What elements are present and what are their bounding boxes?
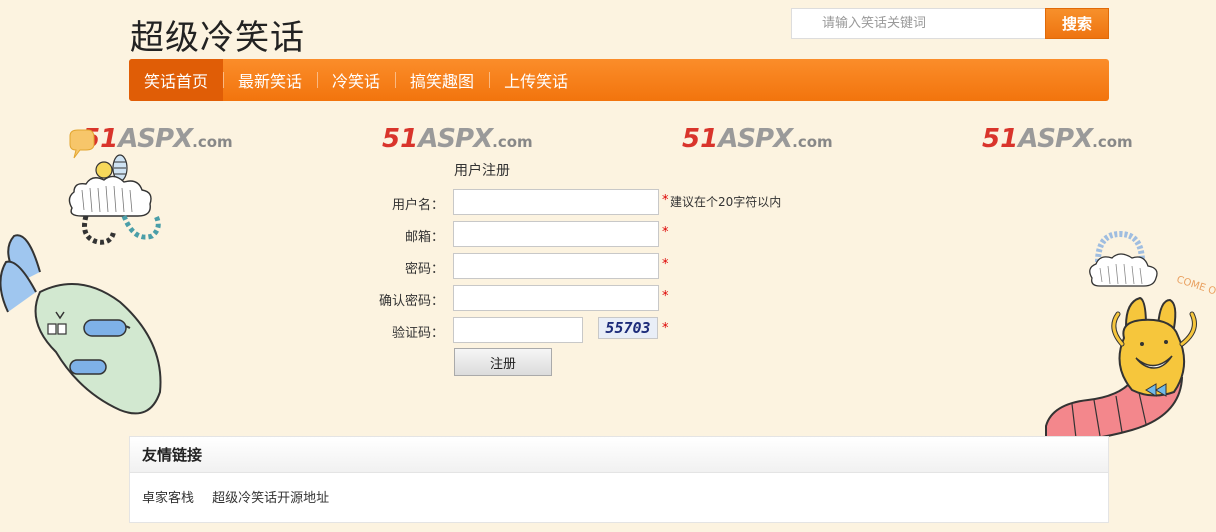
bunny-illustration <box>0 234 162 415</box>
worm-illustration <box>1045 296 1197 444</box>
username-input[interactable] <box>453 189 659 215</box>
friend-link[interactable]: 卓家客栈 <box>142 491 194 506</box>
nav-item-home[interactable]: 笑话首页 <box>129 59 224 101</box>
search-input[interactable] <box>791 8 1046 39</box>
site-title: 超级冷笑话 <box>130 18 305 58</box>
friend-links-list: 卓家客栈 超级冷笑话开源地址 <box>130 473 1108 520</box>
come-on-text-decoration: COME O <box>1175 274 1216 297</box>
required-mark: * <box>662 289 669 304</box>
required-mark: * <box>662 225 669 240</box>
form-title: 用户注册 <box>454 163 510 179</box>
friend-link[interactable]: 超级冷笑话开源地址 <box>212 491 329 506</box>
rainbow-cloud-illustration <box>1089 230 1158 287</box>
captcha-input[interactable] <box>453 317 583 343</box>
confirm-password-input[interactable] <box>453 285 659 311</box>
captcha-label: 验证码： <box>391 326 444 341</box>
watermark-logo: 51ASPX.com <box>382 124 533 154</box>
nav-item-funny-pictures[interactable]: 搞笑趣图 <box>395 59 489 101</box>
svg-text:COME O: COME O <box>1175 274 1216 297</box>
friend-links-panel: 友情链接 卓家客栈 超级冷笑话开源地址 <box>129 436 1109 523</box>
password-input[interactable] <box>453 253 659 279</box>
email-input[interactable] <box>453 221 659 247</box>
watermark-logo: 51ASPX.com <box>982 124 1133 154</box>
username-hint: 建议在个20字符以内 <box>670 195 782 209</box>
confirm-password-label: 确认密码： <box>378 294 444 309</box>
search-button[interactable]: 搜索 <box>1045 8 1109 39</box>
captcha-image[interactable]: 55703 <box>598 317 658 339</box>
nav-item-upload[interactable]: 上传笑话 <box>489 59 583 101</box>
required-mark: * <box>662 257 669 272</box>
username-label: 用户名： <box>391 198 444 213</box>
password-label: 密码： <box>404 262 444 277</box>
required-mark: * <box>662 193 669 208</box>
nav-item-latest[interactable]: 最新笑话 <box>223 59 317 101</box>
register-button[interactable]: 注册 <box>454 348 552 376</box>
email-label: 邮箱： <box>404 230 444 245</box>
required-mark: * <box>662 321 669 336</box>
friend-links-title: 友情链接 <box>130 437 1108 473</box>
main-nav: 笑话首页 最新笑话 冷笑话 搞笑趣图 上传笑话 <box>129 59 1109 101</box>
nav-item-cold-jokes[interactable]: 冷笑话 <box>317 59 395 101</box>
watermark-logo: 51ASPX.com <box>682 124 833 154</box>
